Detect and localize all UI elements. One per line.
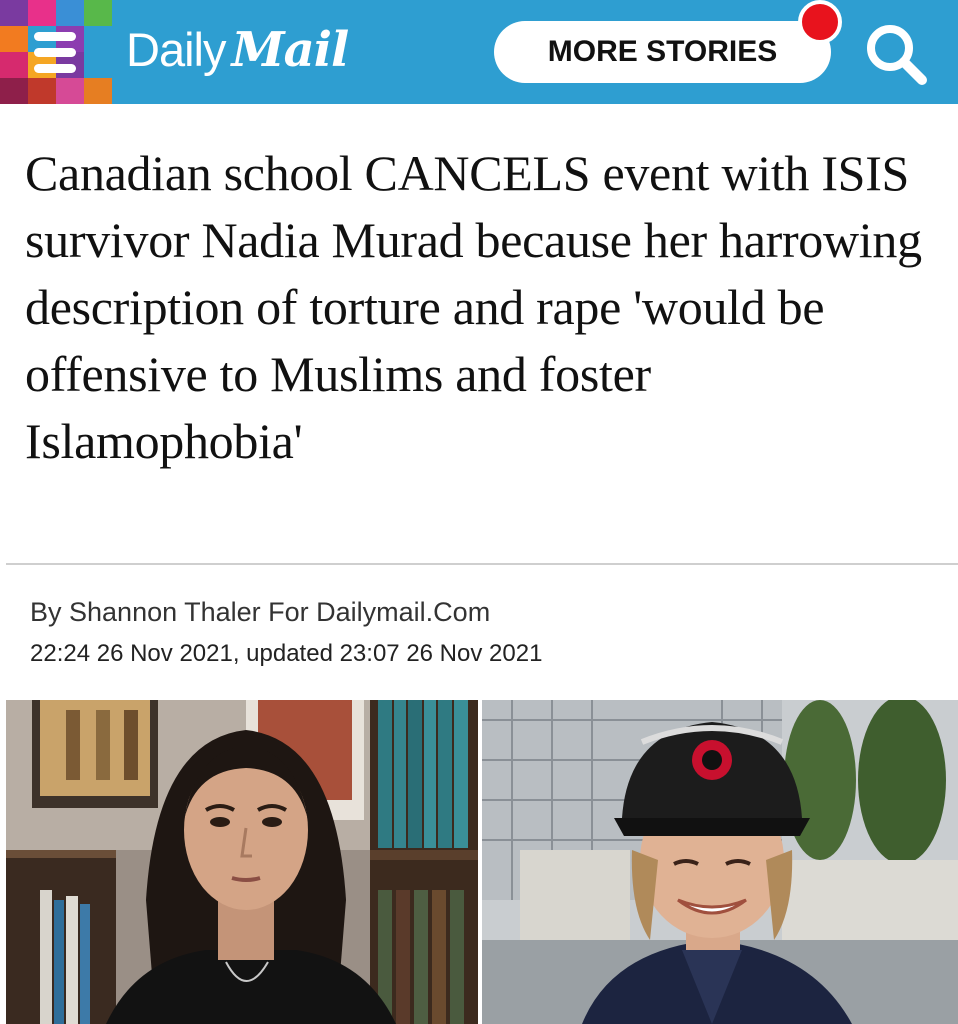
search-icon[interactable] — [860, 20, 930, 86]
headline-divider — [6, 563, 958, 565]
logo-mail-text: Mail — [231, 22, 349, 78]
article-dateline: 22:24 26 Nov 2021, updated 23:07 26 Nov … — [30, 640, 543, 667]
daily-mail-logo[interactable]: Daily Mail — [126, 22, 349, 82]
hamburger-menu-icon[interactable] — [28, 24, 82, 80]
article-headline[interactable]: Canadian school CANCELS event with ISIS … — [25, 140, 930, 475]
article-photo-right[interactable] — [482, 700, 958, 1024]
top-header-bar: Daily Mail MORE STORIES — [0, 0, 958, 104]
article-photo-left[interactable] — [6, 700, 478, 1024]
logo-daily-text: Daily — [126, 23, 226, 76]
notification-dot-icon — [798, 0, 842, 44]
more-stories-button[interactable]: MORE STORIES — [494, 21, 831, 83]
article-byline[interactable]: By Shannon Thaler For Dailymail.Com — [30, 597, 490, 628]
